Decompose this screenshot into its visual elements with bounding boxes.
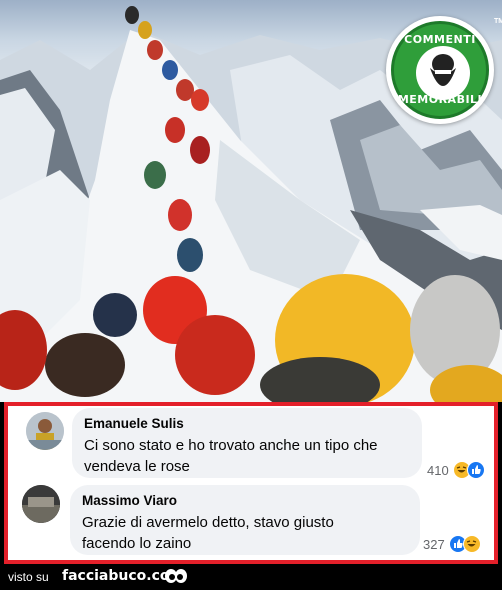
comment-text-line2: facendo lo zaino [82, 535, 192, 552]
mountain-photo: COMMENTI MEMORABILI TM [0, 0, 502, 402]
logo-bottom-text: MEMORABILI [397, 93, 483, 106]
comment-text-line1: Grazie di avermelo detto, stavo giusto [82, 514, 334, 531]
avatar[interactable] [22, 485, 60, 523]
logo-top-text: COMMENTI [404, 33, 476, 46]
like-icon [466, 461, 485, 479]
logo-circle: COMMENTI MEMORABILI [391, 21, 489, 119]
eyes-icon [164, 568, 188, 590]
comment-bubble: Massimo Viaro Grazie di avermelo detto, … [70, 485, 420, 555]
avatar[interactable] [26, 412, 64, 450]
haha-icon [462, 535, 481, 553]
comment-text-line2: vendeva le rose [84, 458, 190, 475]
commenti-memorabili-logo: COMMENTI MEMORABILI [386, 16, 494, 124]
comment-text-line1: Ci sono stato e ho trovato anche un tipo… [84, 437, 378, 454]
reaction-summary[interactable]: 410 [427, 461, 485, 479]
comment-bubble: Emanuele Sulis Ci sono stato e ho trovat… [72, 408, 422, 478]
footer-prefix: visto su [8, 570, 49, 584]
reaction-summary[interactable]: 327 [423, 535, 481, 553]
comments-panel: Emanuele Sulis Ci sono stato e ho trovat… [4, 402, 498, 564]
footer-bar: visto su facciabuco.com [0, 566, 502, 590]
comment-author[interactable]: Massimo Viaro [82, 493, 408, 509]
reaction-count: 410 [427, 462, 449, 478]
trademark-mark: TM [494, 18, 502, 25]
reaction-count: 327 [423, 536, 445, 552]
bearded-face-icon [416, 46, 470, 100]
comment-author[interactable]: Emanuele Sulis [84, 416, 410, 432]
